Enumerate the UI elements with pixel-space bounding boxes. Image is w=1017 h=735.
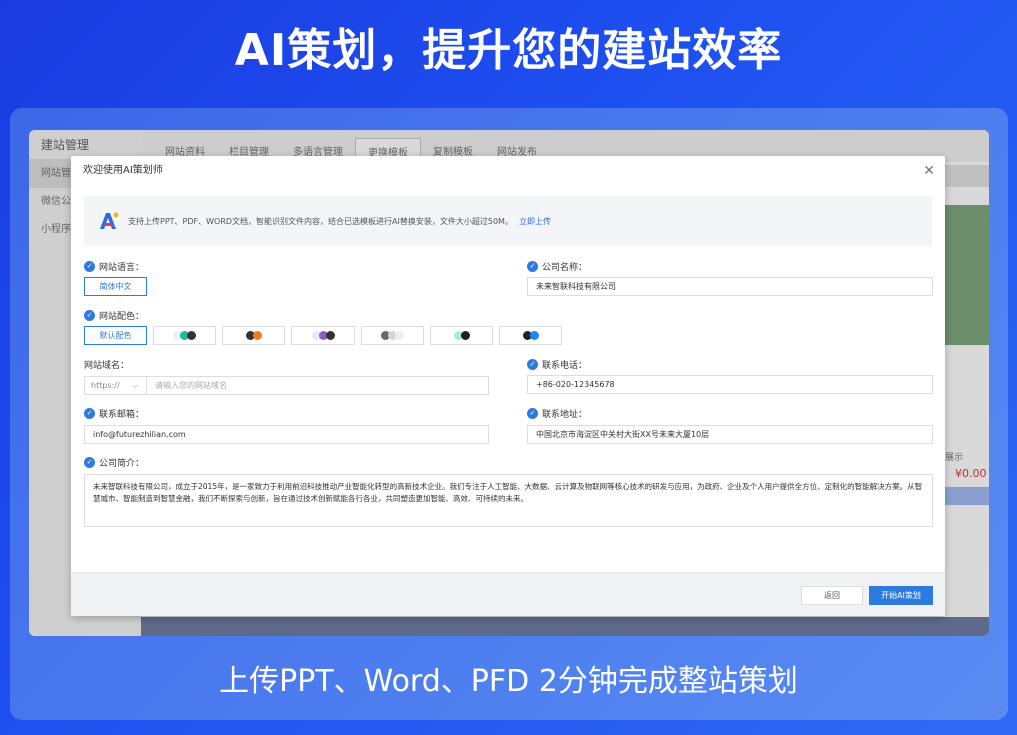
check-icon: ✓ [527,359,538,370]
email-label-text: 联系邮箱： [99,410,145,420]
swatch-dot [460,331,470,340]
color-swatch-6[interactable] [499,326,562,345]
hero-title: AI策划，提升您的建站效率 [234,25,783,76]
phone-input[interactable]: +86-020-12345678 [527,375,933,394]
color-swatch-4[interactable] [361,326,424,345]
color-label-text: 网站配色： [99,312,145,322]
swatch-dot [187,331,196,340]
modal-title: 欢迎使用AI策划师 [83,165,163,176]
color-swatch-1[interactable] [153,326,216,345]
domain-label: 网站域名： [84,361,130,371]
check-icon: ✓ [527,261,538,272]
swatch-dot [252,331,262,340]
phone-label: ✓ 联系电话： [527,358,587,371]
preview-image [945,205,989,345]
check-icon: ✓ [84,310,95,321]
preview-price: ¥0.00 [955,467,987,480]
close-icon[interactable]: ✕ [923,156,935,186]
color-swatch-2[interactable] [222,326,285,345]
swatch-dot [529,331,539,340]
modal-header: 欢迎使用AI策划师 ✕ [71,156,945,186]
start-ai-button[interactable]: 开始AI策划 [869,586,933,605]
email-label: ✓ 联系邮箱： [84,407,144,420]
check-icon: ✓ [527,408,538,419]
protocol-value: https:// [91,381,120,390]
ai-planner-modal: 欢迎使用AI策划师 ✕ 支持上传PPT、PDF、WORD文档，智能识别文件内容，… [71,156,945,616]
company-name-label-text: 公司名称： [542,263,588,273]
app-right-preview: 展示 ¥0.00 [945,165,989,565]
phone-label-text: 联系电话： [542,361,588,371]
check-icon: ✓ [84,408,95,419]
hero-subtitle: 上传PPT、Word、PFD 2分钟完成整站策划 [219,664,798,699]
intro-label: ✓ 公司简介： [84,456,144,469]
color-swatch-5[interactable] [430,326,493,345]
address-label-text: 联系地址： [542,410,588,420]
company-name-input[interactable]: 未来智联科技有限公司 [527,277,933,296]
preview-button [945,487,989,505]
check-icon: ✓ [84,457,95,468]
language-label: ✓ 网站语言： [84,260,144,273]
check-icon: ✓ [84,261,95,272]
intro-textarea[interactable]: 未来智联科技有限公司，成立于2015年，是一家致力于利用前沿科技推动产业智能化转… [84,474,933,527]
chevron-down-icon: ⌵ [131,381,138,390]
back-button[interactable]: 返回 [801,586,863,605]
company-name-label: ✓ 公司名称： [527,260,587,273]
modal-footer: 返回 开始AI策划 [71,572,945,616]
address-label: ✓ 联系地址： [527,407,587,420]
preview-toolbar [945,165,989,187]
upload-link[interactable]: 立即上传 [519,216,551,227]
address-input[interactable]: 中国北京市海淀区中关村大街XX号未来大厦10层 [527,425,933,444]
intro-label-text: 公司简介： [99,459,145,469]
domain-input[interactable]: 请输入您的网站域名 [146,376,489,395]
color-swatch-3[interactable] [291,326,355,345]
app-bottom-strip [141,617,989,636]
ai-logo-icon [96,209,120,233]
color-label: ✓ 网站配色： [84,309,144,322]
swatch-dot [395,331,404,340]
email-input[interactable]: info@futurezhilian.com [84,425,489,444]
language-label-text: 网站语言： [99,263,145,273]
language-option[interactable]: 简体中文 [84,277,147,296]
protocol-select[interactable]: https:// ⌵ [84,376,146,395]
upload-notice: 支持上传PPT、PDF、WORD文档，智能识别文件内容，结合已选模板进行AI替换… [84,196,932,246]
notice-text: 支持上传PPT、PDF、WORD文档，智能识别文件内容，结合已选模板进行AI替换… [128,216,513,226]
swatch-dot [325,331,335,340]
color-default-option[interactable]: 默认配色 [84,326,147,345]
